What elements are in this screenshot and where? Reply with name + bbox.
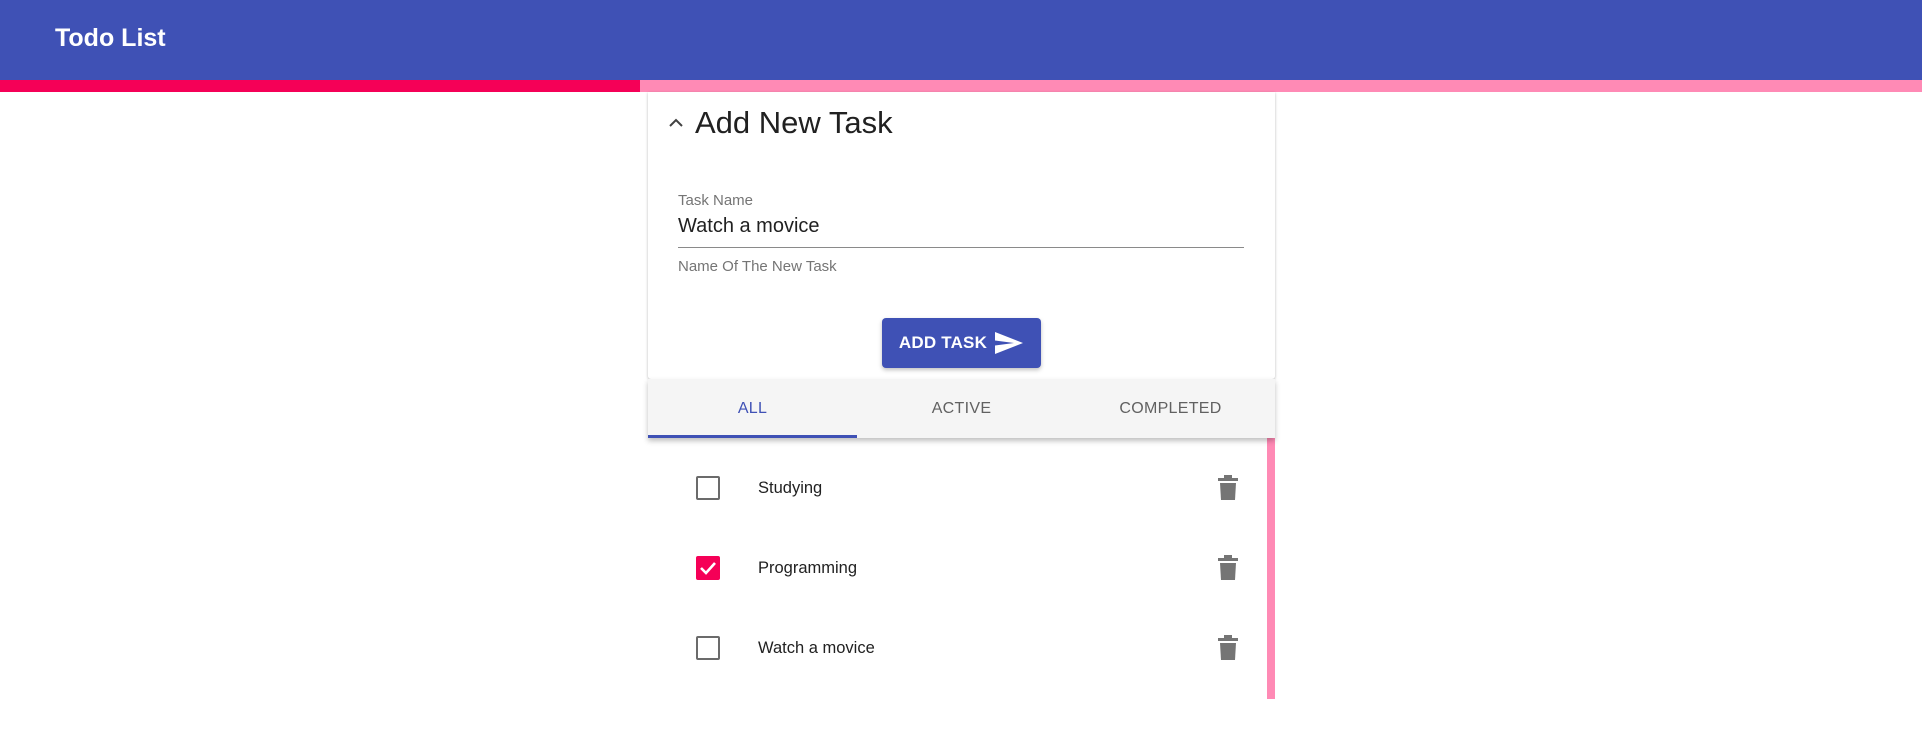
add-task-button[interactable]: ADD TASK — [882, 318, 1041, 368]
trash-icon[interactable] — [1217, 555, 1239, 581]
task-item: Watch a movice — [648, 608, 1267, 688]
task-name-input[interactable] — [678, 213, 1244, 248]
send-icon — [994, 330, 1024, 356]
progress-bar-fill — [0, 80, 641, 92]
task-name-field: Task Name Name Of The New Task — [678, 192, 1244, 275]
tab-all[interactable]: ALL — [648, 379, 857, 438]
task-item: Studying — [648, 448, 1267, 528]
checkmark-icon — [700, 562, 716, 575]
tab-completed[interactable]: COMPLETED — [1066, 379, 1275, 438]
tab-active-label: ACTIVE — [931, 399, 992, 417]
task-label: Watch a movice — [758, 638, 875, 657]
tab-active[interactable]: ACTIVE — [857, 379, 1066, 438]
trash-icon[interactable] — [1217, 635, 1239, 661]
chevron-up-icon[interactable] — [668, 115, 684, 131]
task-label: Studying — [758, 478, 823, 497]
add-task-panel: Add New Task Task Name Name Of The New T… — [648, 92, 1275, 379]
app-title: Todo List — [55, 24, 166, 52]
tab-completed-label: COMPLETED — [1119, 399, 1222, 417]
task-checkbox[interactable] — [696, 556, 720, 580]
trash-icon[interactable] — [1217, 475, 1239, 501]
task-name-label: Task Name — [678, 192, 754, 209]
add-task-panel-header[interactable]: Add New Task — [668, 101, 893, 145]
task-checkbox[interactable] — [696, 476, 720, 500]
task-list-accent-border — [1267, 438, 1275, 699]
tab-all-label: ALL — [737, 399, 768, 417]
add-task-panel-title: Add New Task — [695, 105, 893, 140]
active-tab-indicator — [648, 435, 857, 438]
task-name-hint: Name Of The New Task — [678, 258, 837, 275]
task-list: Studying Programming Watch a movice — [648, 438, 1275, 699]
task-item: Programming — [648, 528, 1267, 608]
task-label: Programming — [758, 558, 858, 577]
filter-tabs: ALL ACTIVE COMPLETED — [648, 379, 1275, 438]
app-bar: Todo List — [0, 0, 1922, 80]
task-checkbox[interactable] — [696, 636, 720, 660]
progress-bar — [0, 80, 1922, 92]
add-task-button-label: ADD TASK — [898, 333, 988, 352]
